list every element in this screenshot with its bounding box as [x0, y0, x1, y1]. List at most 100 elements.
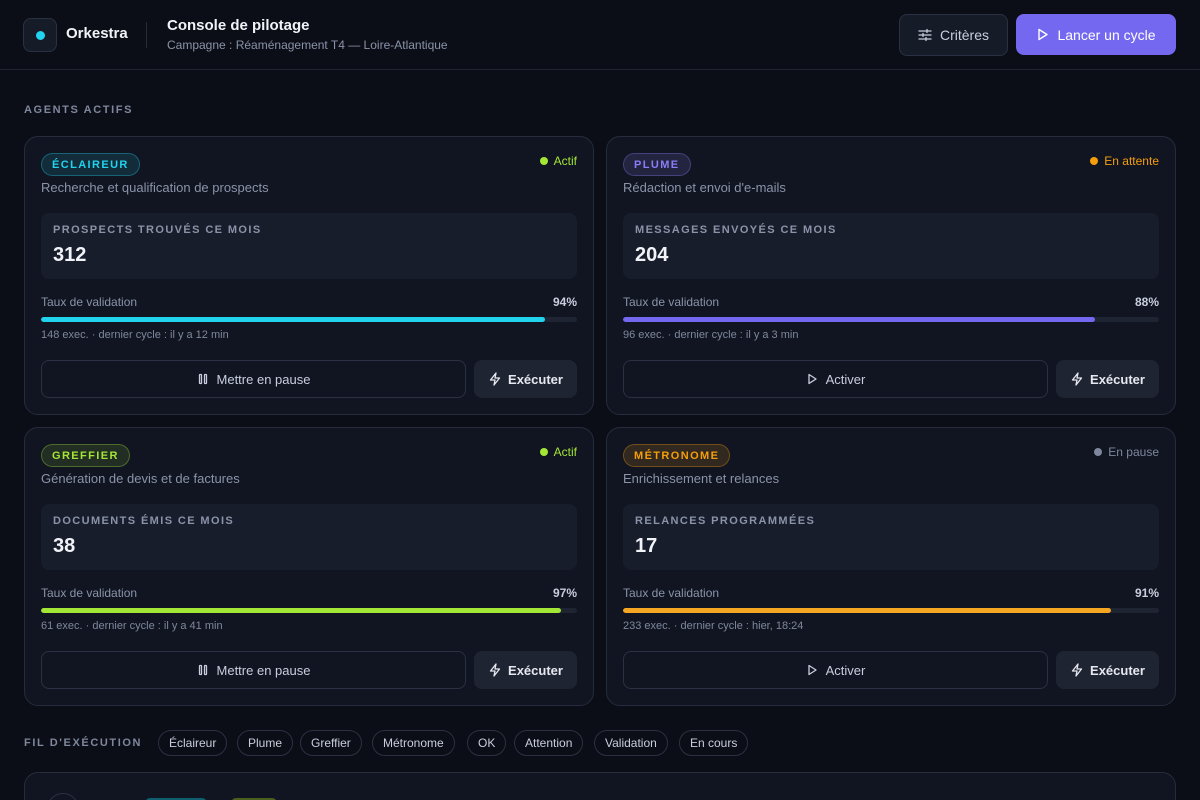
rate-label: Taux de validation: [623, 586, 720, 600]
agent-meta: 61 exec. · dernier cycle : il y a 41 min: [41, 620, 223, 632]
agent-metric: RELANCES PROGRAMMÉES 17: [623, 504, 1159, 570]
agent-card: ÉCLAIREUR Actif Recherche et qualificati…: [24, 136, 594, 415]
filter-chip[interactable]: Greffier: [300, 730, 362, 756]
rate-value: 97%: [552, 586, 577, 600]
agent-status: En attente: [1090, 154, 1159, 168]
lightning-icon: [1070, 663, 1084, 677]
agent-execute-button[interactable]: Exécuter: [1056, 360, 1159, 398]
page-title: Console de pilotage: [167, 17, 310, 34]
validation-progress-bar: [41, 317, 577, 322]
agent-execute-button[interactable]: Exécuter: [1056, 651, 1159, 689]
run-cycle-button[interactable]: Lancer un cycle: [1016, 14, 1176, 55]
agent-card: MÉTRONOME En pause Enrichissement et rel…: [606, 427, 1176, 706]
criteria-button[interactable]: Critères: [899, 14, 1008, 56]
validation-progress-bar: [41, 608, 577, 613]
agent-tag: MÉTRONOME: [623, 444, 731, 467]
agent-status-label: Actif: [553, 154, 577, 168]
agent-description: Recherche et qualification de prospects: [41, 180, 269, 195]
play-icon: [806, 664, 818, 676]
agent-tag: GREFFIER: [41, 444, 130, 467]
lightning-icon: [488, 372, 502, 386]
validation-progress-fill: [623, 317, 1095, 322]
agent-primary-button[interactable]: Mettre en pause: [41, 651, 466, 689]
rate-label: Taux de validation: [41, 295, 138, 309]
feed-section-label: FIL D'EXÉCUTION: [24, 737, 143, 749]
filter-chip[interactable]: Éclaireur: [158, 730, 228, 756]
run-cycle-button-label: Lancer un cycle: [1057, 26, 1156, 43]
agent-primary-button[interactable]: Activer: [623, 360, 1048, 398]
agent-status-label: En attente: [1104, 154, 1159, 168]
agent-primary-button[interactable]: Mettre en pause: [41, 360, 466, 398]
validation-progress-fill: [623, 608, 1111, 613]
filter-chip[interactable]: Validation: [594, 730, 668, 756]
logo: [23, 18, 57, 52]
agent-execute-button-label: Exécuter: [508, 371, 563, 387]
agent-execute-button-label: Exécuter: [1090, 371, 1145, 387]
agent-status: Actif: [539, 445, 577, 459]
rate-value: 88%: [1134, 295, 1159, 309]
rate-label: Taux de validation: [41, 586, 138, 600]
sliders-icon: [918, 28, 932, 42]
agent-execute-button-label: Exécuter: [1090, 662, 1145, 678]
agent-description: Génération de devis et de factures: [41, 471, 240, 486]
top-header: Orkestra Console de pilotage Campagne : …: [0, 0, 1200, 70]
agent-meta: 96 exec. · dernier cycle : il y a 3 min: [623, 329, 799, 341]
metric-label: MESSAGES ENVOYÉS CE MOIS: [635, 224, 837, 236]
validation-progress-bar: [623, 608, 1159, 613]
lightning-icon: [1070, 372, 1084, 386]
filter-chip[interactable]: Métronome: [372, 730, 455, 756]
agent-status-label: Actif: [553, 445, 577, 459]
pause-icon: [197, 373, 209, 385]
agent-card: PLUME En attente Rédaction et envoi d'e-…: [606, 136, 1176, 415]
status-dot-icon: [539, 157, 548, 165]
play-icon: [1036, 28, 1049, 41]
metric-label: DOCUMENTS ÉMIS CE MOIS: [53, 515, 235, 527]
rate-value: 91%: [1134, 586, 1159, 600]
page-subtitle: Campagne : Réaménagement T4 — Loire-Atla…: [167, 38, 448, 52]
metric-label: PROSPECTS TROUVÉS CE MOIS: [53, 224, 262, 236]
criteria-button-label: Critères: [939, 27, 989, 43]
metric-value: 312: [53, 244, 87, 266]
filter-chip[interactable]: OK: [467, 730, 507, 756]
filter-chip[interactable]: En cours: [679, 730, 749, 756]
agent-tag: ÉCLAIREUR: [41, 153, 140, 176]
metric-value: 17: [635, 535, 658, 557]
agent-metric: DOCUMENTS ÉMIS CE MOIS 38: [41, 504, 577, 570]
agent-status: En pause: [1094, 445, 1159, 459]
metric-value: 204: [635, 244, 669, 266]
agent-primary-button-label: Mettre en pause: [216, 662, 311, 678]
agent-meta: 148 exec. · dernier cycle : il y a 12 mi…: [41, 329, 229, 341]
metric-label: RELANCES PROGRAMMÉES: [635, 515, 816, 527]
agent-description: Enrichissement et relances: [623, 471, 780, 486]
agent-meta: 233 exec. · dernier cycle : hier, 18:24: [623, 620, 804, 632]
validation-progress-fill: [41, 608, 561, 613]
metric-value: 38: [53, 535, 76, 557]
agent-primary-button[interactable]: Activer: [623, 651, 1048, 689]
validation-progress-bar: [623, 317, 1159, 322]
status-dot-icon: [539, 448, 548, 456]
rate-value: 94%: [552, 295, 577, 309]
agent-primary-button-label: Mettre en pause: [216, 371, 311, 387]
agent-execute-button[interactable]: Exécuter: [474, 651, 577, 689]
lightning-icon: [488, 663, 502, 677]
agent-primary-button-label: Activer: [825, 662, 866, 678]
feed-avatar: [47, 793, 79, 800]
agent-card: GREFFIER Actif Génération de devis et de…: [24, 427, 594, 706]
agents-section-label: AGENTS ACTIFS: [24, 104, 134, 116]
status-dot-icon: [1090, 157, 1099, 165]
agent-execute-button[interactable]: Exécuter: [474, 360, 577, 398]
agent-status-label: En pause: [1108, 445, 1159, 459]
filter-chip[interactable]: Plume: [237, 730, 294, 756]
logo-dot-icon: [36, 31, 45, 40]
rate-label: Taux de validation: [623, 295, 720, 309]
validation-progress-fill: [41, 317, 545, 322]
filter-chip[interactable]: Attention: [514, 730, 584, 756]
agent-execute-button-label: Exécuter: [508, 662, 563, 678]
agent-metric: MESSAGES ENVOYÉS CE MOIS 204: [623, 213, 1159, 279]
agent-metric: PROSPECTS TROUVÉS CE MOIS 312: [41, 213, 577, 279]
agent-primary-button-label: Activer: [825, 371, 866, 387]
feed-item[interactable]: [24, 772, 1176, 800]
brand-name: Orkestra: [66, 25, 128, 42]
pause-icon: [197, 664, 209, 676]
agent-tag: PLUME: [623, 153, 691, 176]
